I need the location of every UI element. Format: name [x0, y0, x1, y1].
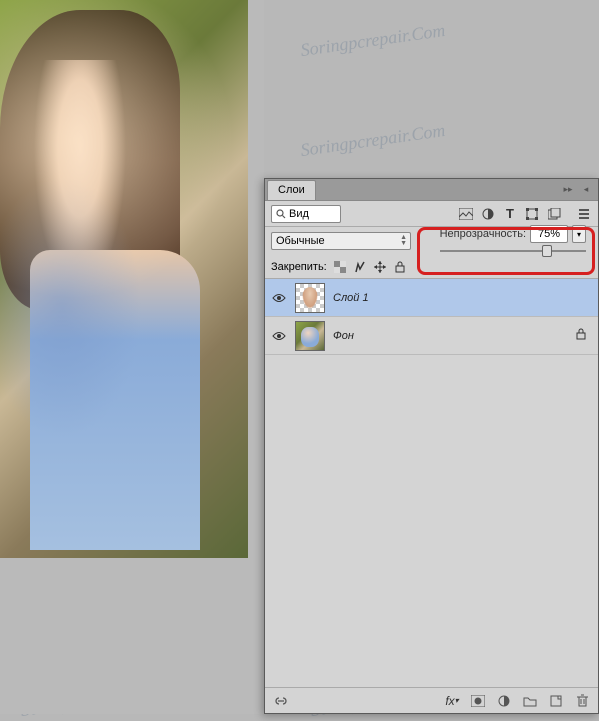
- visibility-eye-icon[interactable]: [271, 328, 287, 344]
- photo-figure: [10, 60, 210, 550]
- photo-hair: [0, 10, 180, 310]
- photo-body: [30, 250, 200, 550]
- canvas-area[interactable]: [0, 0, 264, 714]
- opacity-value[interactable]: 75%: [530, 225, 568, 243]
- filter-kind-label: Вид: [289, 208, 309, 220]
- lock-label: Закрепить:: [271, 261, 327, 273]
- opacity-slider[interactable]: [440, 247, 586, 255]
- panel-expand-icon[interactable]: ◂: [580, 183, 592, 195]
- slider-track: [440, 250, 586, 252]
- lock-position-icon[interactable]: [373, 260, 387, 274]
- opacity-dropdown-icon[interactable]: ▾: [572, 225, 586, 243]
- filter-adjust-icon[interactable]: [480, 206, 496, 222]
- layer-thumbnail[interactable]: [295, 283, 325, 313]
- layer-filter-kind[interactable]: Вид: [271, 205, 341, 223]
- filter-shape-icon[interactable]: [524, 206, 540, 222]
- layer-row[interactable]: Слой 1: [265, 279, 598, 317]
- layer-name[interactable]: Слой 1: [333, 292, 369, 304]
- blend-opacity-row: Обычные ▲▼ Непрозрачность: 75% ▾: [265, 227, 598, 255]
- panel-menu-icon[interactable]: [576, 206, 592, 222]
- layer-row[interactable]: Фон: [265, 317, 598, 355]
- select-arrows-icon: ▲▼: [400, 235, 407, 247]
- panel-tab-bar: Слои ▸▸ ◂: [265, 179, 598, 201]
- lock-image-icon[interactable]: [353, 260, 367, 274]
- filter-smart-icon[interactable]: [546, 206, 562, 222]
- layers-panel: Слои ▸▸ ◂ Вид T Обычные ▲▼ Непрозрачност…: [264, 178, 599, 714]
- lock-all-icon[interactable]: [393, 260, 407, 274]
- slider-thumb[interactable]: [542, 245, 552, 257]
- lock-icon: [576, 328, 586, 343]
- lock-transparent-icon[interactable]: [333, 260, 347, 274]
- opacity-label: Непрозрачность:: [440, 228, 526, 240]
- link-icon[interactable]: [273, 693, 289, 709]
- fx-icon[interactable]: fx▾: [444, 693, 460, 709]
- visibility-eye-icon[interactable]: [271, 290, 287, 306]
- mask-icon[interactable]: [470, 693, 486, 709]
- filter-pixel-icon[interactable]: [458, 206, 474, 222]
- trash-icon[interactable]: [574, 693, 590, 709]
- blend-mode-select[interactable]: Обычные ▲▼: [271, 232, 411, 250]
- layer-thumbnail[interactable]: [295, 321, 325, 351]
- new-layer-icon[interactable]: [548, 693, 564, 709]
- tab-layers[interactable]: Слои: [267, 180, 316, 200]
- watermark: Soringpcrepair.Com: [299, 120, 446, 161]
- adjustment-icon[interactable]: [496, 693, 512, 709]
- panel-footer: fx▾: [265, 687, 598, 713]
- panel-collapse-icon[interactable]: ▸▸: [562, 183, 574, 195]
- blend-mode-value: Обычные: [276, 235, 325, 247]
- search-icon: [276, 209, 286, 219]
- document-photo[interactable]: [0, 0, 248, 558]
- layers-list: Слой 1 Фон: [265, 279, 598, 355]
- group-icon[interactable]: [522, 693, 538, 709]
- watermark: Soringpcrepair.Com: [299, 20, 446, 61]
- filter-type-icon[interactable]: T: [502, 206, 518, 222]
- opacity-control: Непрозрачность: 75% ▾: [436, 222, 590, 260]
- layer-name[interactable]: Фон: [333, 330, 354, 342]
